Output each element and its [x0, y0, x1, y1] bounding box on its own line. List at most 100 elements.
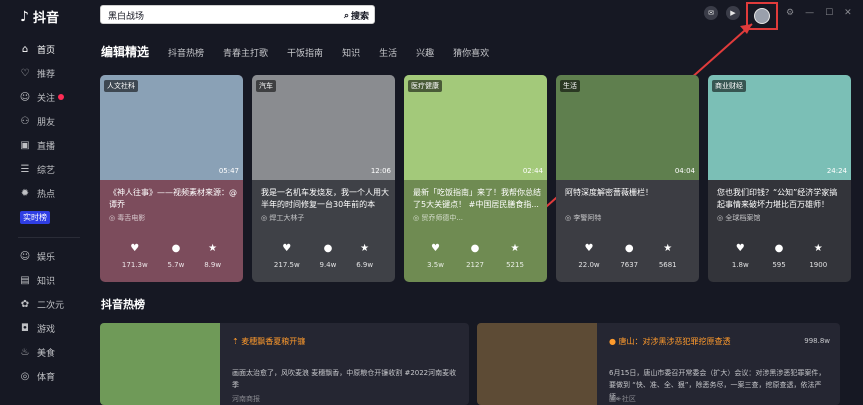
sidebar-item-knowledge[interactable]: ▤ 知识 [18, 268, 82, 292]
tab-guess-you-like[interactable]: 猜你喜欢 [453, 46, 489, 59]
sidebar-item-label: 娱乐 [37, 252, 56, 263]
sidebar-item-entertainment[interactable]: ☺ 娱乐 [18, 244, 82, 268]
sidebar-item-home[interactable]: ⌂ 首页 [18, 37, 82, 61]
food-icon: ♨ [20, 346, 30, 358]
app-logo[interactable]: ♪ 抖音 [20, 7, 59, 27]
search-icon: ⌕ [343, 10, 349, 21]
sidebar-item-variety[interactable]: ☰ 综艺 [18, 157, 82, 181]
like-stat[interactable]: ♥ 22.0w [578, 243, 599, 269]
tab-youth-songs[interactable]: 青春主打歌 [223, 46, 268, 59]
search-input[interactable]: 黑白战场 [108, 9, 144, 22]
category-tag: 汽车 [256, 80, 276, 92]
comment-icon: ● [323, 243, 333, 254]
like-stat[interactable]: ♥ 217.5w [274, 243, 300, 269]
video-card[interactable]: 人文社科 05:47 《神人往事》——视频素材来源：@谭乔 ◎ 毒舌电影 ♥ 1… [100, 75, 243, 282]
window-controls: ⚙ — ☐ ✕ [786, 8, 852, 18]
favorite-stat[interactable]: ★ 5681 [659, 243, 677, 269]
sidebar-item-recommend[interactable]: ♡ 推荐 [18, 61, 82, 85]
avatar[interactable] [754, 8, 770, 24]
favorite-count: 5215 [506, 261, 524, 269]
video-card[interactable]: 生活 04:04 阿特深度解密蔷薇栅栏！ ◎ 李警阿特 ♥ 22.0w ● 76… [556, 75, 699, 282]
tab-life[interactable]: 生活 [379, 46, 397, 59]
sidebar-item-sports[interactable]: ◎ 体育 [18, 364, 82, 388]
hot-item-1[interactable]: ⇡ 麦穗飘香夏粮开镰 画面太治愈了，风吹麦浪 麦穗飘香，中原粮仓开镰收割 #20… [100, 323, 469, 405]
sidebar-item-games[interactable]: ◘ 游戏 [18, 316, 82, 340]
favorite-stat[interactable]: ★ 6.9w [356, 243, 373, 269]
hot-dot-icon: ● [609, 337, 616, 346]
sports-icon: ◎ [20, 370, 30, 382]
comment-count: 5.7w [167, 261, 185, 269]
video-stats: ♥ 171.3w ● 5.7w ★ 8.9w [100, 243, 243, 269]
sidebar-item-label: 关注 [37, 93, 56, 104]
book-icon: ▤ [20, 274, 30, 286]
video-card[interactable]: 汽车 12:06 我是一名机车发烧友，我一个人用大半年的时间修复一台30年前的本… [252, 75, 395, 282]
avatar-highlight-box [746, 2, 778, 30]
close-icon[interactable]: ✕ [844, 8, 852, 18]
comment-stat[interactable]: ● 2127 [466, 243, 484, 269]
like-stat[interactable]: ♥ 1.8w [732, 243, 749, 269]
settings-icon[interactable]: ⚙ [786, 8, 794, 18]
heart-icon: ♡ [20, 67, 30, 79]
favorite-stat[interactable]: ★ 5215 [506, 243, 524, 269]
like-count: 3.5w [427, 261, 444, 269]
tab-hot-list[interactable]: 抖音热榜 [168, 46, 204, 59]
comment-stat[interactable]: ● 9.4w [320, 243, 337, 269]
star-icon: ★ [360, 243, 370, 254]
video-duration: 04:04 [674, 167, 695, 175]
video-title: 最新「吃饭指南」来了！我帮你总结了5大关键点！ #中国居民膳食指... [413, 188, 541, 209]
heart-icon: ♥ [431, 243, 440, 254]
video-author: ◎ 焊工大林子 [261, 214, 305, 222]
like-count: 22.0w [578, 261, 600, 269]
star-icon: ★ [813, 243, 823, 254]
like-count: 1.8w [731, 261, 749, 269]
hot-item-2[interactable]: ● 唐山：对涉黑涉恶犯罪挖原查透 998.8w 6月15日，唐山市委召开常委会（… [477, 323, 840, 405]
comment-stat[interactable]: ● 7637 [620, 243, 638, 269]
sidebar-item-live[interactable]: ▣ 直播 [18, 133, 82, 157]
video-stats: ♥ 217.5w ● 9.4w ★ 6.9w [252, 243, 395, 269]
video-stats: ♥ 22.0w ● 7637 ★ 5681 [556, 243, 699, 269]
comment-icon: ● [624, 243, 634, 254]
minimize-icon[interactable]: — [805, 8, 814, 18]
sidebar-item-hot[interactable]: ✹ 热点 [18, 181, 82, 205]
hot-item-desc: 6月15日，唐山市委召开常委会（扩大）会议：对涉黑涉恶犯罪案件，要做到 “快、准… [609, 369, 826, 401]
comment-icon: ● [774, 243, 784, 254]
friends-icon: ⚇ [20, 115, 30, 127]
tab-editor-picks[interactable]: 编辑精选 [101, 43, 149, 60]
comment-count: 7637 [620, 261, 639, 269]
search-button[interactable]: ⌕ 搜索 [343, 9, 369, 23]
like-stat[interactable]: ♥ 171.3w [122, 243, 148, 269]
favorite-stat[interactable]: ★ 1900 [809, 243, 827, 269]
sidebar-item-label: 美食 [37, 348, 56, 359]
tab-food-guide[interactable]: 干饭指南 [287, 46, 323, 59]
tab-interest[interactable]: 兴趣 [416, 46, 434, 59]
comment-stat[interactable]: ● 595 [772, 243, 785, 269]
video-card[interactable]: 医疗健康 02:44 最新「吃饭指南」来了！我帮你总结了5大关键点！ #中国居民… [404, 75, 547, 282]
smile-icon: ☺ [19, 250, 31, 262]
sidebar-item-following[interactable]: ☺ 关注 [18, 85, 82, 109]
realtime-tag: 实时榜 [20, 210, 50, 224]
sidebar-item-anime[interactable]: ✿ 二次元 [18, 292, 82, 316]
hot-item-author: 国+社区 [609, 395, 636, 403]
sidebar-item-label: 朋友 [37, 117, 56, 128]
hot-thumbnail [477, 323, 597, 405]
video-icon[interactable]: ▶ [726, 6, 740, 20]
video-card[interactable]: 商业财经 24:24 您也我们印钱？“公知”经济学家搞起事情来破坏力堪比百万雄师… [708, 75, 851, 282]
douyin-logo-icon: ♪ [20, 8, 29, 25]
favorite-count: 5681 [658, 261, 677, 269]
comment-stat[interactable]: ● 5.7w [168, 243, 185, 269]
video-duration: 02:44 [522, 167, 543, 175]
favorite-stat[interactable]: ★ 8.9w [204, 243, 221, 269]
video-stats: ♥ 1.8w ● 595 ★ 1900 [708, 243, 851, 269]
sidebar-item-food[interactable]: ♨ 美食 [18, 340, 82, 364]
message-icon[interactable]: ✉ [704, 6, 718, 20]
video-title: 《神人往事》——视频素材来源：@谭乔 [109, 188, 237, 209]
sidebar-item-realtime[interactable]: 实时榜 [18, 205, 82, 229]
like-stat[interactable]: ♥ 3.5w [427, 243, 444, 269]
tab-knowledge[interactable]: 知识 [342, 46, 360, 59]
fire-icon: ✹ [20, 187, 30, 199]
heart-icon: ♥ [584, 243, 594, 254]
sidebar-item-label: 直播 [37, 141, 56, 152]
maximize-icon[interactable]: ☐ [825, 8, 833, 18]
sidebar-item-friends[interactable]: ⚇ 朋友 [18, 109, 82, 133]
hot-item-value: 998.8w [804, 337, 830, 345]
